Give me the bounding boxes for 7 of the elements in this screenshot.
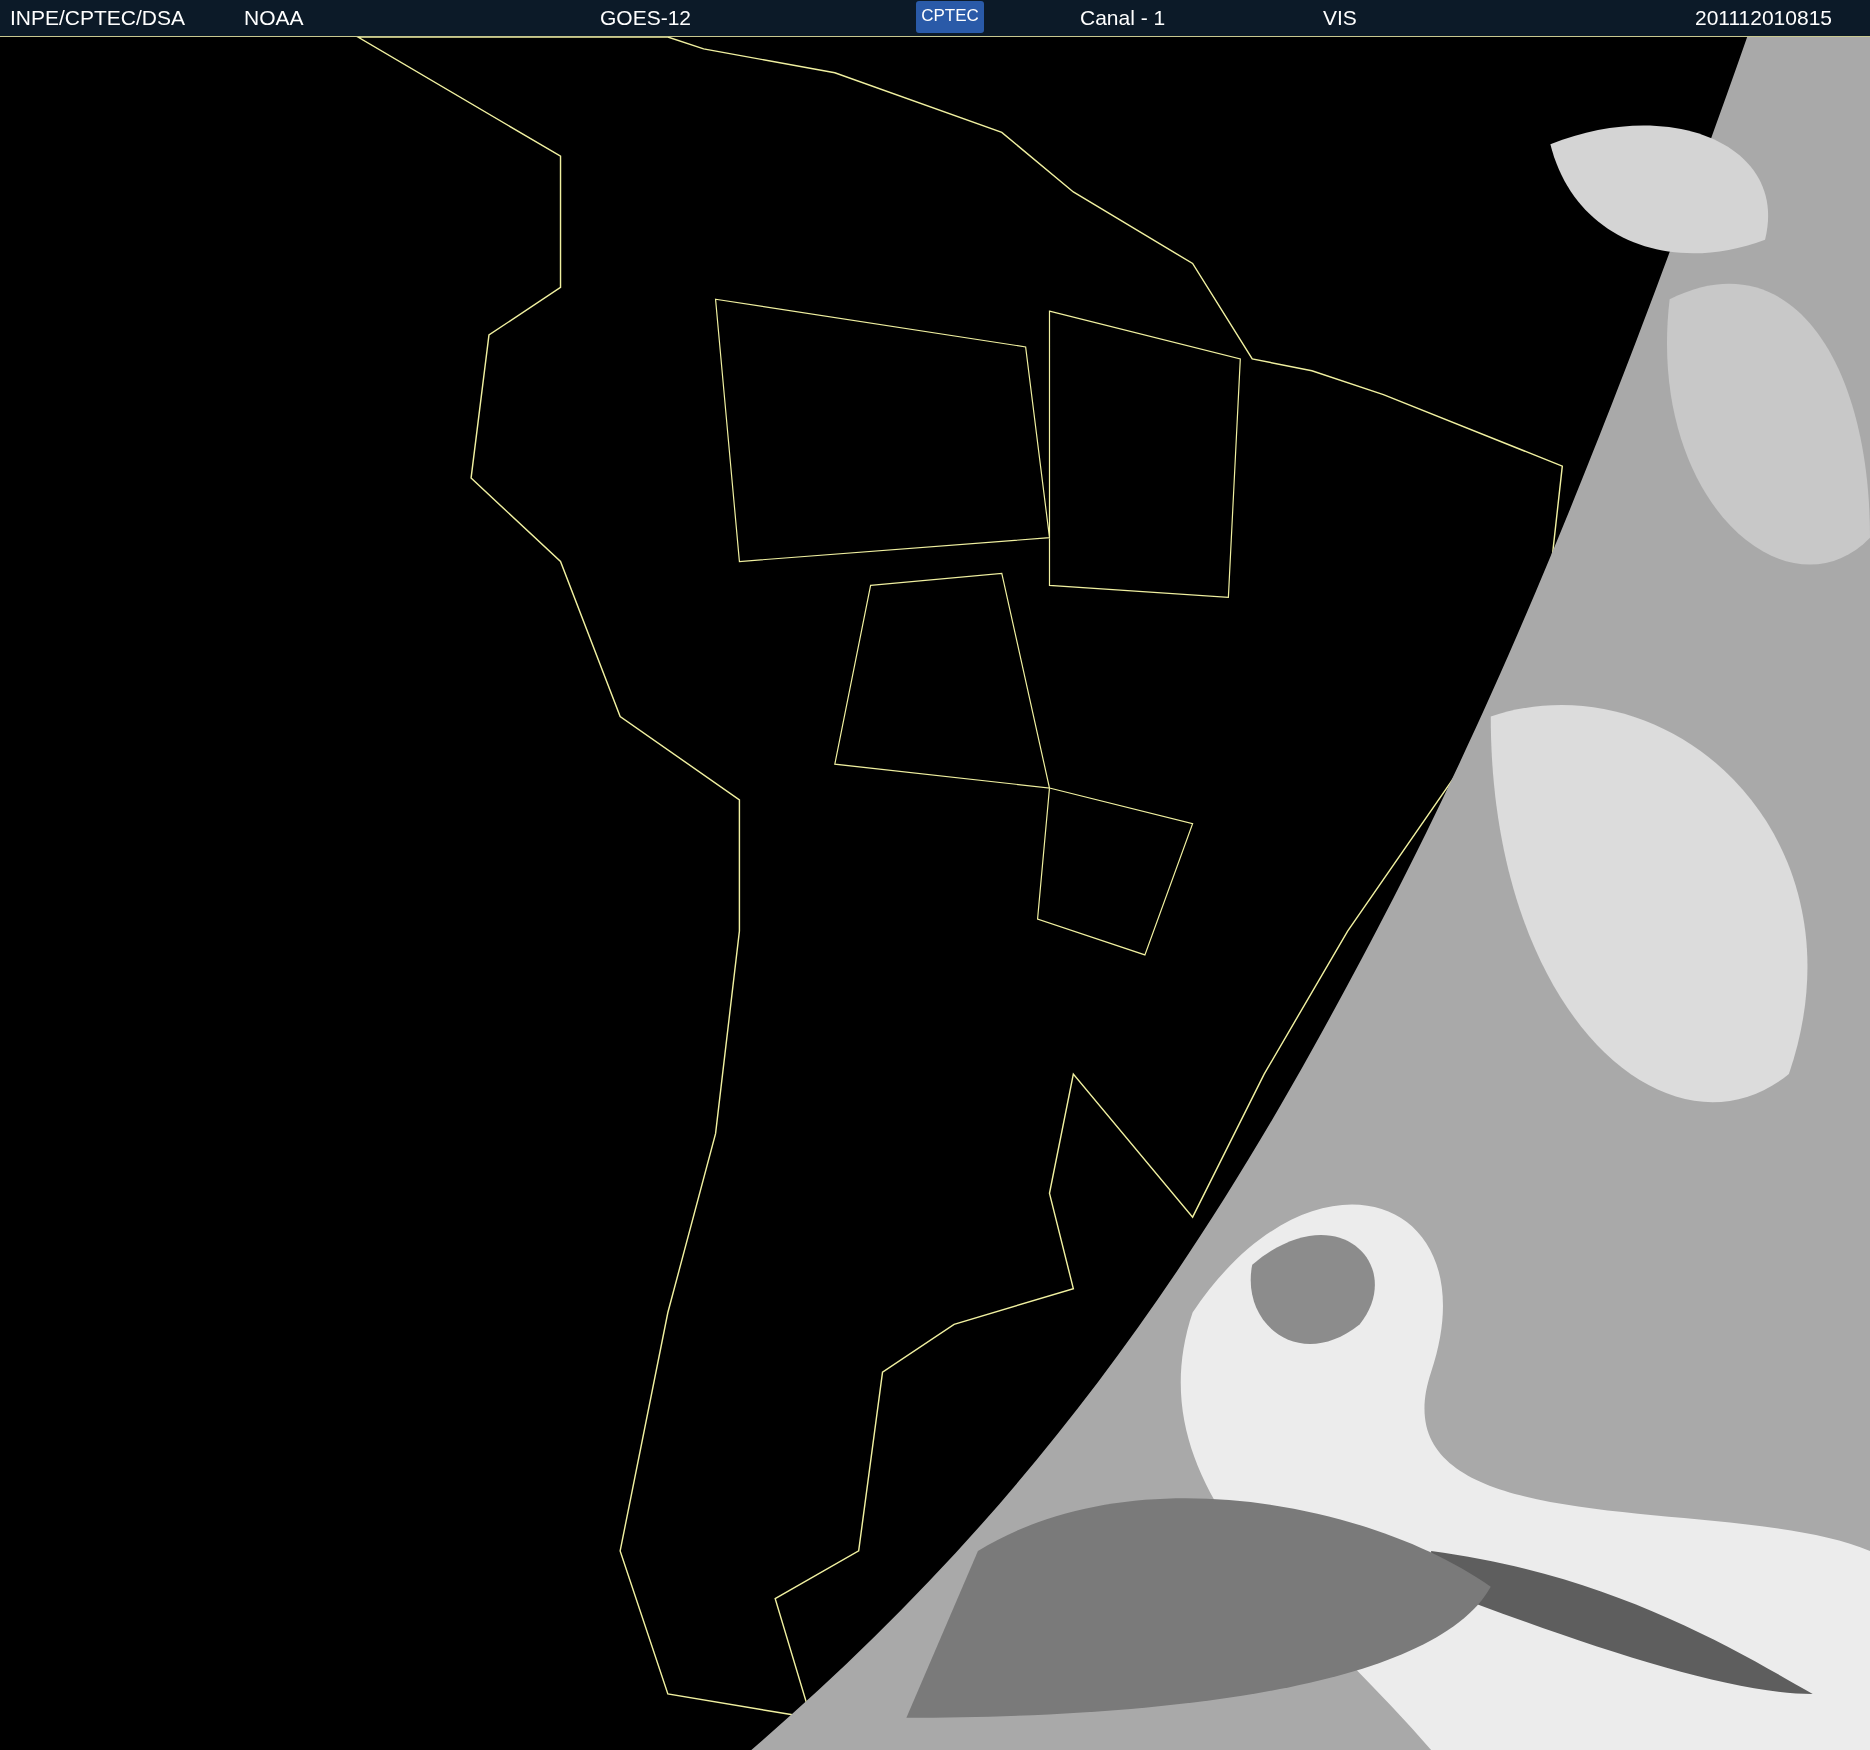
header-text: VIS: [1323, 6, 1357, 30]
header-text: Canal - 1: [1080, 6, 1166, 30]
header-text: 201112010815: [1694, 6, 1832, 30]
logo: CPTEC: [916, 1, 984, 33]
header-text: GOES-12: [600, 6, 692, 30]
header-text: NOAA: [244, 6, 304, 30]
header-text: INPE/CPTEC/DSA: [10, 6, 186, 30]
